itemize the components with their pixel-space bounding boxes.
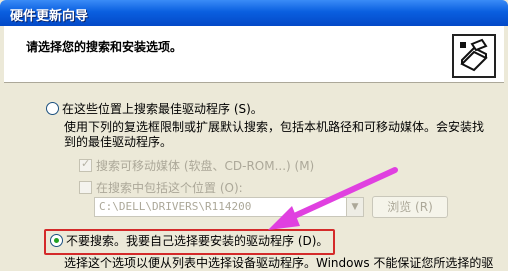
arrow-annotation-icon xyxy=(268,167,398,230)
